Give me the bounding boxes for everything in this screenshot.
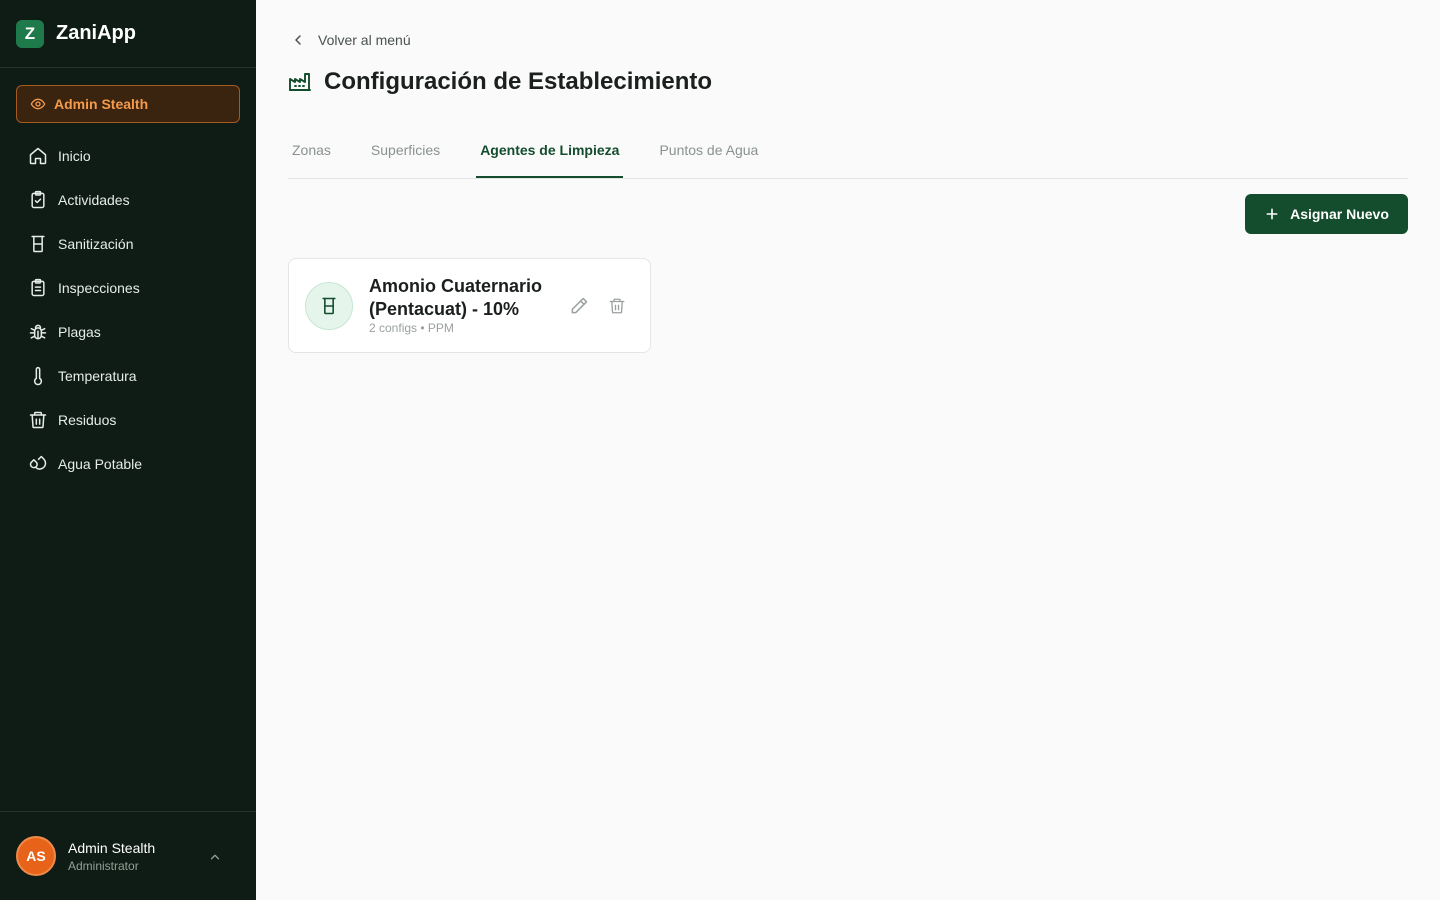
sidebar-item-actividades[interactable]: Actividades [16,178,240,222]
home-icon [29,147,47,165]
card-title: Amonio Cuaternario (Pentacuat) - 10% [369,276,543,319]
beaker-icon [31,235,45,253]
back-to-menu-link[interactable]: Volver al menú [290,32,411,48]
sidebar-item-label: Residuos [58,412,117,428]
clipboard-list-icon [31,278,45,297]
plus-icon [1266,208,1278,220]
sidebar: Z ZaniApp Admin Stealth Inicio Actividad… [0,0,256,900]
sidebar-item-label: Temperatura [58,368,137,384]
edit-icon[interactable] [569,296,589,316]
sidebar-item-label: Actividades [58,192,130,208]
admin-stealth-button[interactable]: Admin Stealth [16,85,240,123]
eye-icon [30,98,46,110]
tab-agentes-de-limpieza[interactable]: Agentes de Limpieza [476,130,624,178]
card-subtitle: 2 configs • PPM [369,321,454,335]
sidebar-item-label: Inspecciones [58,280,140,296]
sidebar-item-label: Agua Potable [58,456,143,472]
brand[interactable]: Z ZaniApp [0,0,256,68]
sidebar-item-plagas[interactable]: Plagas [16,310,240,354]
droplets-icon [29,455,47,470]
brand-logo: Z [16,19,44,48]
user-menu[interactable]: AS Admin Stealth Administrator [0,811,256,900]
thermometer-icon [33,366,43,386]
brand-name: ZaniApp [56,22,136,44]
factory-icon [289,73,311,91]
clipboard-check-icon [31,190,45,209]
user-role: Administrator [68,858,139,873]
tab-bar: Zonas Superficies Agentes de Limpieza Pu… [288,130,1408,179]
page-title: Configuración de Establecimiento [324,68,713,95]
bug-icon [29,324,47,340]
avatar: AS [16,836,56,876]
sidebar-item-residuos[interactable]: Residuos [16,398,240,442]
cleaning-agent-card[interactable]: Amonio Cuaternario (Pentacuat) - 10% 2 c… [288,258,651,353]
main-content: Volver al menú Configuración de Establec… [256,0,1440,900]
sidebar-item-label: Sanitización [58,236,134,252]
page-header: Configuración de Establecimiento [288,68,712,96]
assign-new-label: Asignar Nuevo [1290,206,1389,222]
sidebar-item-label: Plagas [58,324,101,340]
sidebar-item-inspecciones[interactable]: Inspecciones [16,266,240,310]
tab-zonas[interactable]: Zonas [288,130,335,178]
delete-icon[interactable] [608,296,626,316]
chevron-left-icon [295,35,301,45]
card-icon-badge [305,282,353,330]
sidebar-item-label: Inicio [58,148,91,164]
trash-icon [29,411,47,429]
sidebar-nav: Inicio Actividades Sanitización Inspecci… [16,134,240,486]
user-name: Admin Stealth [68,839,156,856]
chevron-up-icon[interactable] [208,850,222,864]
sidebar-item-agua-potable[interactable]: Agua Potable [16,442,240,486]
sidebar-item-inicio[interactable]: Inicio [16,134,240,178]
sidebar-item-temperatura[interactable]: Temperatura [16,354,240,398]
user-info: Admin Stealth Administrator [68,840,155,873]
tab-superficies[interactable]: Superficies [367,130,444,178]
back-label: Volver al menú [318,32,411,48]
admin-stealth-label: Admin Stealth [54,96,149,112]
sidebar-item-sanitizacion[interactable]: Sanitización [16,222,240,266]
assign-new-button[interactable]: Asignar Nuevo [1245,194,1408,234]
beaker-icon [322,297,336,315]
tab-puntos-de-agua[interactable]: Puntos de Agua [655,130,762,178]
